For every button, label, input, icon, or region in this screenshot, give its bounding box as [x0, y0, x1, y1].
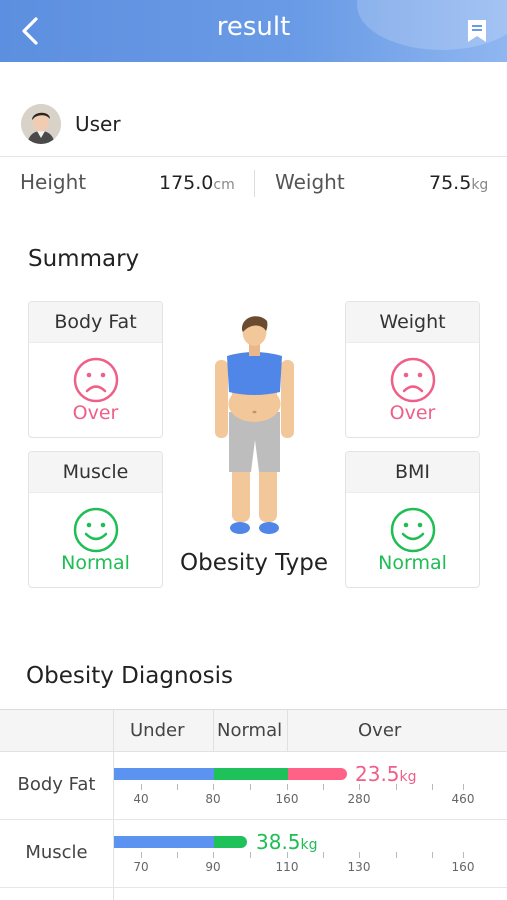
row-label: Body Fat [17, 774, 96, 795]
weight-label: Weight [275, 170, 345, 194]
tick-label: 130 [347, 860, 371, 874]
tick-mark [396, 852, 397, 858]
table-row-muscle: Muscle 38.5kg 70 90 110 130 160 [0, 820, 507, 888]
user-row: User [0, 100, 507, 156]
table-row-body-fat: Body Fat 23.5kg 40 80 160 280 460 [0, 752, 507, 820]
tick-label: 40 [133, 792, 149, 806]
user-name: User [75, 112, 121, 136]
tick-label: 160 [275, 792, 299, 806]
card-status: Normal [378, 552, 447, 574]
height-value-group: 175.0cm [159, 172, 235, 194]
height-value: 175.0 [159, 172, 214, 194]
page-title: result [216, 12, 291, 42]
card-status: Over [72, 402, 119, 424]
diagnosis-table-header: Under Normal Over [0, 710, 507, 752]
measure-separator [254, 170, 255, 197]
tick-label: 160 [451, 860, 475, 874]
tick-mark [287, 852, 288, 858]
weight-value-group: 75.5kg [429, 172, 488, 194]
avatar[interactable] [21, 104, 61, 144]
tick-mark [323, 852, 324, 858]
app-header: result [0, 0, 507, 62]
card-title: Body Fat [29, 302, 162, 343]
obesity-type-label: Obesity Type [180, 550, 328, 576]
tick-mark [432, 784, 433, 790]
bar-under-segment [114, 768, 214, 780]
tick-mark [396, 784, 397, 790]
card-title: Weight [346, 302, 479, 343]
tick-label: 110 [275, 860, 299, 874]
bar-normal-segment [214, 768, 288, 780]
tick-mark [323, 784, 324, 790]
smile-face-icon [73, 507, 119, 553]
sad-face-icon [390, 357, 436, 403]
tick-mark [432, 852, 433, 858]
summary-title: Summary [28, 246, 140, 272]
value-number: 38.5 [256, 830, 301, 854]
tick-mark [287, 784, 288, 790]
column-separator [287, 710, 288, 752]
tick-mark [213, 784, 214, 790]
tick-mark [177, 784, 178, 790]
card-status: Over [389, 402, 436, 424]
value-unit: kg [300, 837, 318, 853]
card-status: Normal [61, 552, 130, 574]
tick-mark [359, 784, 360, 790]
bar-under-segment [114, 836, 214, 848]
column-over: Over [358, 720, 402, 741]
weight-unit: kg [471, 177, 489, 193]
tick-mark [141, 784, 142, 790]
tick-mark [250, 852, 251, 858]
tick-mark [463, 784, 464, 790]
bmi-card[interactable]: BMI Normal [345, 451, 480, 588]
weight-card[interactable]: Weight Over [345, 301, 480, 438]
tick-mark [359, 852, 360, 858]
tick-mark [141, 852, 142, 858]
tick-mark [213, 852, 214, 858]
smile-face-icon [390, 507, 436, 553]
avatar-image [21, 104, 61, 144]
column-separator [213, 710, 214, 752]
tick-mark [463, 852, 464, 858]
tick-mark [250, 784, 251, 790]
muscle-value: 38.5kg [256, 830, 318, 854]
tick-mark [177, 852, 178, 858]
card-title: Muscle [29, 452, 162, 493]
bookmark-icon [468, 20, 486, 42]
height-unit: cm [213, 177, 235, 193]
column-under: Under [130, 720, 185, 741]
diagnosis-title: Obesity Diagnosis [26, 663, 233, 689]
row-label: Muscle [25, 842, 88, 863]
tick-label: 70 [133, 860, 149, 874]
body-fat-value: 23.5kg [355, 762, 417, 786]
value-number: 23.5 [355, 762, 400, 786]
divider [0, 156, 507, 157]
bookmark-button[interactable] [465, 18, 489, 44]
body-fat-card[interactable]: Body Fat Over [28, 301, 163, 438]
muscle-card[interactable]: Muscle Normal [28, 451, 163, 588]
bar-normal-segment [214, 836, 247, 848]
tick-label: 90 [205, 860, 221, 874]
sad-face-icon [73, 357, 119, 403]
card-title: BMI [346, 452, 479, 493]
height-label: Height [20, 170, 87, 194]
tick-label: 280 [347, 792, 371, 806]
tick-label: 80 [205, 792, 221, 806]
column-normal: Normal [217, 720, 283, 741]
weight-value: 75.5 [429, 172, 472, 194]
body-figure-illustration [215, 316, 294, 534]
value-unit: kg [399, 769, 417, 785]
tick-label: 460 [451, 792, 475, 806]
bar-over-segment [288, 768, 347, 780]
